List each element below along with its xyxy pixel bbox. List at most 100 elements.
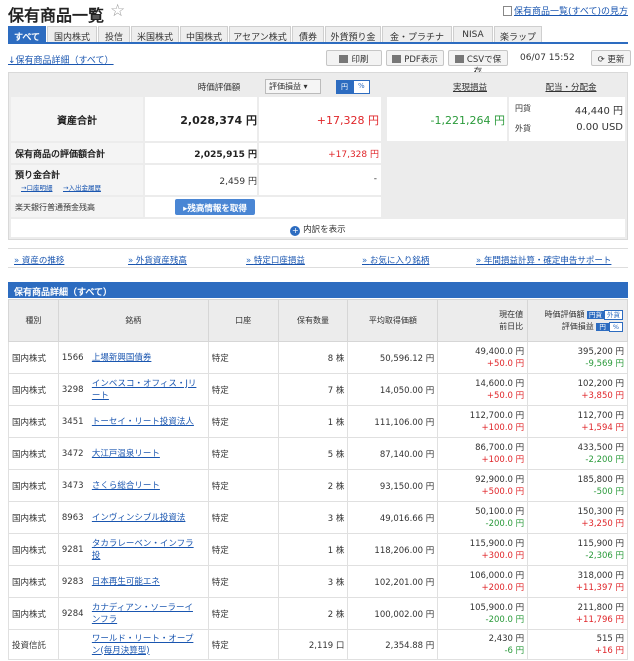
holdings-total-label: 保有商品の評価額合計 — [15, 150, 106, 160]
row-security: 3472 大江戸温泉リート — [57, 437, 209, 470]
col-value[interactable]: 時価評価額 円貨 外貨 評価損益 円% — [527, 299, 628, 342]
unit-pct[interactable]: % — [353, 80, 370, 94]
deposit-total-value: 2,459 円 — [219, 177, 257, 187]
row-name-link[interactable]: ワールド・リート・オープン(毎月決算型) — [92, 633, 200, 657]
valuation-header: 時価評価額 — [197, 83, 241, 93]
tab-5[interactable]: アセアン株式 — [229, 26, 291, 43]
row-change: +50.0 円 — [486, 358, 525, 369]
row-name-link[interactable]: 大江戸温泉リート — [92, 448, 200, 460]
tab-7[interactable]: 外貨預り金 — [325, 26, 381, 43]
row-qty: 7 株 — [277, 373, 349, 406]
row-value: 112,700 円 — [577, 410, 624, 421]
pdf-button[interactable]: PDF表示 — [386, 50, 444, 66]
dividend-fx-label: 外貨 — [515, 124, 531, 133]
refresh-button[interactable]: ⟳ 更新 — [591, 50, 631, 66]
row-code: 9283 — [61, 576, 84, 587]
row-security: 3451 トーセイ・リート投資法人 — [57, 405, 209, 438]
row-price: 115,900.0 円 — [469, 538, 525, 549]
related-link-label: 年間損益計算・確定申告サポート — [483, 256, 612, 266]
row-type: 国内株式 — [8, 565, 59, 598]
row-name-link[interactable]: インベスコ・オフィス・Jリート — [92, 378, 200, 402]
tab-8[interactable]: 金・プラチナ — [382, 26, 452, 43]
row-value: 150,300 円 — [577, 506, 624, 517]
tab-1[interactable]: 国内株式 — [47, 26, 97, 43]
col-qty[interactable]: 保有数量 — [277, 299, 349, 342]
value-fx-toggle[interactable]: 外貨 — [604, 309, 623, 320]
row-value-cell: 515 円 +16 円 — [527, 629, 628, 660]
row-avg: 49,016.66 円 — [347, 501, 439, 534]
table-row: 国内株式 9281タカラレーベン・インフラ投 特定 1 株 118,206.00 円 11… — [8, 533, 628, 566]
row-type: 国内株式 — [8, 437, 59, 470]
holdings-table: 種別 銘柄 口座 保有数量 平均取得価額 現在値 前日比 時価評価額 円貨 外貨 評… — [8, 299, 628, 660]
row-gain: -9,569 円 — [585, 358, 624, 369]
table-row: 投資信託 ワールド・リート・オープン(毎月決算型) 特定 2,119 口 2,354.8… — [8, 629, 628, 660]
col-price[interactable]: 現在値 前日比 — [437, 299, 529, 342]
row-qty: 2 株 — [277, 597, 349, 630]
row-value: 318,000 円 — [577, 570, 624, 581]
row-name-link[interactable]: 上場新興国債券 — [92, 352, 200, 364]
title-bar: 保有商品一覧 ☆ 保有商品一覧(すべて)の見方 — [0, 0, 634, 25]
row-type: 国内株式 — [8, 501, 59, 534]
tab-10[interactable]: 楽ラップ — [494, 26, 542, 43]
row-name-link[interactable]: タカラレーベン・インフラ投 — [92, 538, 200, 562]
related-link-2[interactable]: » 特定口座損益 — [246, 254, 305, 266]
gain-pct-toggle[interactable]: % — [608, 321, 623, 332]
related-link-3[interactable]: » お気に入り銘柄 — [362, 254, 429, 266]
row-gain: +3,850 円 — [581, 390, 624, 401]
related-link-4[interactable]: » 年間損益計算・確定申告サポート — [476, 254, 611, 266]
favorite-star-icon[interactable]: ☆ — [110, 1, 125, 21]
row-name-link[interactable]: 日本再生可能エネ — [92, 576, 200, 588]
col-value-line: 時価評価額 円貨 外貨 — [528, 309, 623, 321]
print-button[interactable]: 印刷 — [326, 50, 382, 66]
row-qty: 1 株 — [277, 533, 349, 566]
realized-gain-value: -1,221,264 円 — [430, 114, 505, 127]
row-name-link[interactable]: さくら総合リート — [92, 480, 200, 492]
col-type[interactable]: 種別 — [8, 299, 59, 342]
row-account: 特定 — [207, 373, 279, 406]
tab-4[interactable]: 中国株式 — [180, 26, 228, 43]
row-security: 3473 さくら総合リート — [57, 469, 209, 502]
tab-6[interactable]: 債券 — [292, 26, 324, 43]
tab-0[interactable]: すべて — [8, 26, 46, 43]
tab-9[interactable]: NISA — [453, 26, 493, 42]
row-security: 8963 インヴィンシブル投資法 — [57, 501, 209, 534]
help-link[interactable]: 保有商品一覧(すべて)の見方 — [502, 4, 628, 17]
row-change: +100.0 円 — [481, 422, 525, 433]
account-detail-link[interactable]: →口座明細 — [21, 182, 52, 192]
row-avg: 111,106.00 円 — [347, 405, 439, 438]
col-account[interactable]: 口座 — [207, 299, 279, 342]
gainloss-select[interactable]: 評価損益 ▾ — [265, 79, 321, 94]
row-value: 433,500 円 — [577, 442, 624, 453]
value-yen-toggle[interactable]: 円貨 — [587, 310, 604, 319]
row-name-link[interactable]: トーセイ・リート投資法人 — [92, 416, 200, 428]
arrow-icon: » — [362, 256, 370, 266]
tab-3[interactable]: 米国株式 — [131, 26, 179, 43]
row-code: 1566 — [61, 352, 84, 363]
row-change: +100.0 円 — [481, 454, 525, 465]
col-avg[interactable]: 平均取得価額 — [347, 299, 439, 342]
col-name[interactable]: 銘柄 — [57, 299, 209, 342]
row-qty: 2 株 — [277, 469, 349, 502]
table-row: 国内株式 3472 大江戸温泉リート 特定 5 株 87,140.00 円 86,700.0… — [8, 437, 628, 470]
row-value-cell: 211,800 円 +11,796 円 — [527, 597, 628, 630]
tab-2[interactable]: 投信 — [98, 26, 130, 43]
show-breakdown-button[interactable]: + 内訳を表示 — [11, 219, 625, 237]
get-balance-button[interactable]: ▸残高情報を取得 — [175, 199, 255, 215]
holdings-detail-anchor-link[interactable]: ↓保有商品詳細（すべて） — [8, 53, 114, 66]
deposit-history-link[interactable]: →入出金履歴 — [63, 182, 101, 192]
realized-header-link[interactable]: 実現損益 — [425, 81, 515, 93]
row-value: 185,800 円 — [577, 474, 624, 485]
unit-yen[interactable]: 円 — [336, 80, 353, 94]
related-link-1[interactable]: » 外貨資産残高 — [128, 254, 187, 266]
col-gain-line: 評価損益 円% — [528, 321, 623, 333]
gain-yen-toggle[interactable]: 円 — [596, 322, 609, 331]
row-name-link[interactable]: インヴィンシブル投資法 — [92, 512, 200, 524]
row-value-cell: 433,500 円 -2,200 円 — [527, 437, 628, 470]
csv-button[interactable]: CSVで保存 — [448, 50, 508, 77]
related-link-0[interactable]: » 資産の推移 — [14, 254, 64, 266]
row-name-link[interactable]: カナディアン・ソーラーインフラ — [92, 602, 200, 626]
row-gain: -2,306 円 — [585, 550, 624, 561]
dividend-fx-value: 0.00 USD — [576, 122, 623, 133]
unit-toggle[interactable]: 円% — [336, 80, 370, 94]
dividend-header-link[interactable]: 配当・分配金 — [519, 81, 623, 93]
